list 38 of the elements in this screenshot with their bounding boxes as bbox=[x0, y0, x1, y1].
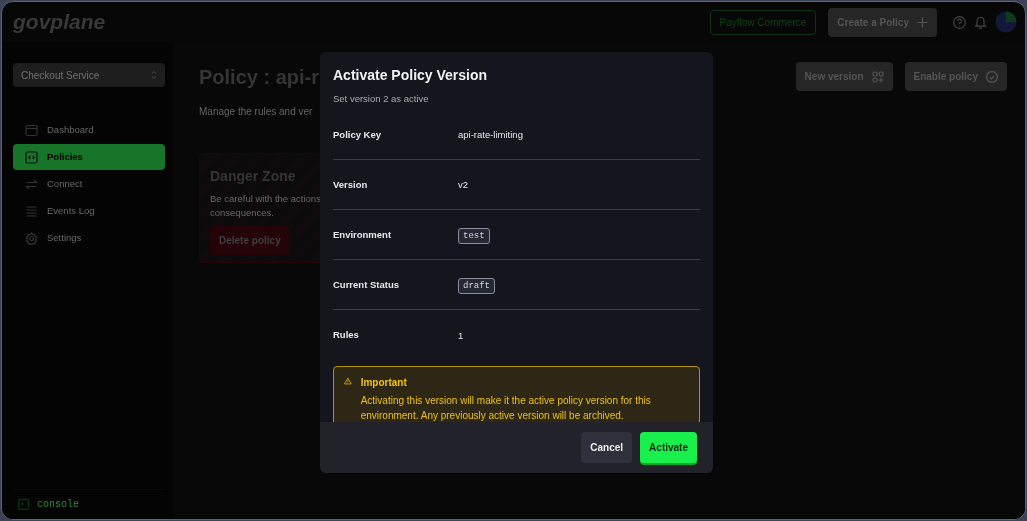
modal-subtitle: Set version 2 as active bbox=[333, 92, 430, 106]
field-value: api-rate-limiting bbox=[458, 129, 523, 141]
grid-plus-icon bbox=[871, 70, 884, 83]
swap-arrows-icon bbox=[25, 177, 38, 191]
console-label[interactable]: console bbox=[37, 497, 79, 512]
field-value: v2 bbox=[458, 179, 469, 191]
window-icon bbox=[25, 123, 38, 137]
terminal-icon bbox=[18, 499, 29, 510]
notice-text: Activating this version will make it the active policy version for this environment. Any previously active version will be archived. bbox=[360, 394, 652, 422]
field-label: Current Status bbox=[333, 277, 400, 292]
sidebar-item[interactable]: Events Log bbox=[13, 198, 165, 224]
modal-title: Activate Policy Version bbox=[333, 66, 489, 85]
warning-icon bbox=[344, 375, 352, 388]
field-label: Environment bbox=[333, 227, 393, 242]
help-icon[interactable] bbox=[953, 15, 966, 29]
page-subtitle: Manage the rules and ver bbox=[199, 105, 314, 119]
sidebar-item[interactable]: Policies bbox=[13, 144, 165, 170]
service-select[interactable]: Checkout Service bbox=[13, 63, 165, 87]
field-value: 1 bbox=[458, 329, 464, 341]
settings-icon bbox=[25, 231, 38, 245]
sidebar-item[interactable]: Settings bbox=[13, 225, 165, 251]
field-label: Version bbox=[333, 177, 369, 192]
code-icon bbox=[25, 150, 38, 164]
notice-title: Important bbox=[360, 376, 408, 391]
organization-badge: Payflow Commerce bbox=[709, 9, 817, 35]
cancel-button[interactable]: Cancel bbox=[581, 432, 633, 463]
sidebar-item[interactable]: Dashboard bbox=[13, 117, 165, 143]
value-tag: test bbox=[458, 227, 490, 244]
check-circle-icon bbox=[986, 70, 998, 83]
field-label: Rules bbox=[333, 328, 360, 343]
activate-button[interactable]: Activate bbox=[640, 432, 697, 463]
danger-zone-text: Be careful with the actions consequences. bbox=[210, 192, 322, 220]
plus-icon bbox=[917, 16, 928, 28]
notification-bell-icon[interactable] bbox=[974, 15, 987, 29]
sidebar-item[interactable]: Connect bbox=[13, 171, 165, 197]
avatar[interactable] bbox=[995, 11, 1017, 33]
field-label: Policy Key bbox=[333, 127, 383, 142]
value-tag: draft bbox=[458, 277, 495, 294]
